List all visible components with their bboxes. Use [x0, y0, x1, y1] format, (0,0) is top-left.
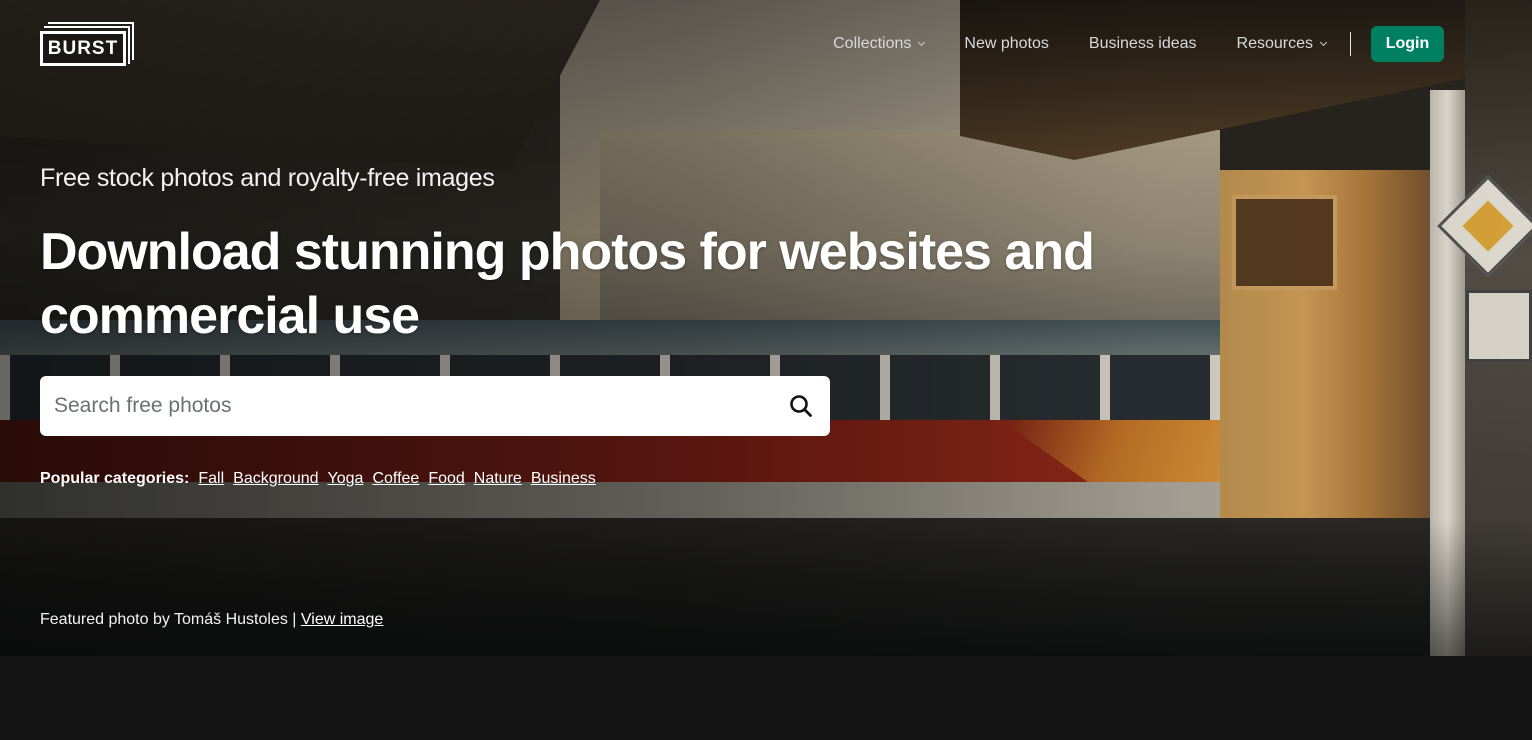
nav-resources-label: Resources — [1236, 35, 1313, 52]
category-link-business[interactable]: Business — [531, 470, 596, 488]
nav-business-ideas-label: Business ideas — [1088, 35, 1197, 52]
photo-credit-text: Featured photo by Tomáš Hustoles | — [40, 611, 297, 628]
burst-logo[interactable]: BURST — [40, 22, 136, 68]
search-bar — [40, 376, 830, 436]
nav-collections-label: Collections — [833, 35, 912, 52]
nav-new-photos-label: New photos — [964, 35, 1049, 52]
chevron-down-icon — [918, 38, 926, 47]
site-header: BURST Collections New photos Business id… — [0, 0, 1532, 88]
category-link-nature[interactable]: Nature — [474, 470, 522, 488]
popular-categories-label: Popular categories: — [40, 470, 190, 487]
chevron-down-icon — [1319, 38, 1328, 47]
popular-categories: Popular categories: Fall Background Yoga… — [40, 470, 605, 488]
category-link-coffee[interactable]: Coffee — [372, 470, 419, 488]
category-link-yoga[interactable]: Yoga — [328, 470, 364, 488]
login-button[interactable]: Login — [1371, 26, 1444, 62]
photo-credit: Featured photo by Tomáš Hustoles | View … — [40, 611, 383, 629]
nav-collections[interactable]: Collections — [833, 35, 926, 53]
view-image-link[interactable]: View image — [301, 611, 383, 628]
hero-subtitle: Free stock photos and royalty-free image… — [40, 164, 495, 192]
page-body — [0, 656, 1532, 740]
nav-resources[interactable]: Resources — [1236, 35, 1328, 53]
nav-new-photos[interactable]: New photos — [964, 35, 1049, 53]
category-link-fall[interactable]: Fall — [198, 470, 224, 488]
hero-section: BURST Collections New photos Business id… — [0, 0, 1532, 656]
nav-divider — [1350, 32, 1351, 56]
logo-text: BURST — [40, 31, 126, 66]
search-button[interactable] — [786, 391, 816, 421]
search-input[interactable] — [54, 394, 786, 418]
category-link-food[interactable]: Food — [428, 470, 464, 488]
main-nav: Collections New photos Business ideas Re… — [833, 26, 1444, 62]
hero-title: Download stunning photos for websites an… — [40, 223, 1095, 345]
search-icon — [790, 395, 812, 417]
category-link-background[interactable]: Background — [233, 470, 318, 488]
nav-business-ideas[interactable]: Business ideas — [1089, 35, 1197, 53]
